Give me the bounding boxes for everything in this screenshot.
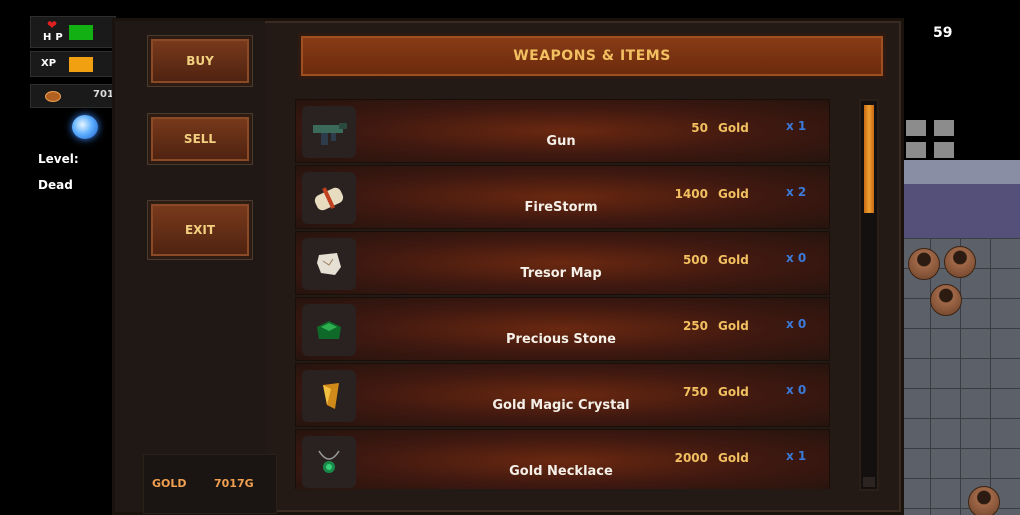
dungeon-view xyxy=(900,160,1020,515)
status-text: Dead xyxy=(38,178,73,192)
ui-block-decoration xyxy=(906,120,926,136)
item-list: Gun 50 Gold x 1 FireStorm 1400 Gold x 2 … xyxy=(295,99,830,489)
scrollbar-end xyxy=(863,477,875,487)
item-quantity: x 1 xyxy=(786,119,807,133)
item-price: 750 xyxy=(682,385,708,399)
dungeon-wall xyxy=(900,160,1020,238)
gem-icon xyxy=(302,304,356,356)
item-list-scrollbar[interactable] xyxy=(859,99,879,491)
scroll-icon xyxy=(302,172,356,224)
coin-icon xyxy=(45,91,61,102)
item-row[interactable]: Tresor Map 500 Gold x 0 xyxy=(295,231,830,295)
crystal-icon xyxy=(302,370,356,422)
item-name: Gun xyxy=(546,134,576,149)
pot-icon xyxy=(908,248,940,280)
item-currency: Gold xyxy=(718,319,749,333)
ui-block-decoration xyxy=(906,142,926,158)
hp-label: HP xyxy=(43,32,67,43)
hud-gold-panel: 701 xyxy=(30,84,116,108)
item-quantity: x 0 xyxy=(786,251,807,265)
shop-sidebar xyxy=(115,21,265,512)
item-name: FireStorm xyxy=(524,200,598,215)
item-quantity: x 2 xyxy=(786,185,807,199)
xp-label: XP xyxy=(41,58,57,69)
item-quantity: x 1 xyxy=(786,449,807,463)
ui-block-decoration xyxy=(934,142,954,158)
item-row[interactable]: Gun 50 Gold x 1 xyxy=(295,99,830,163)
item-quantity: x 0 xyxy=(786,317,807,331)
hp-bar xyxy=(69,25,93,40)
dungeon-wall-top xyxy=(900,160,1020,184)
shop-gold-value: 7017G xyxy=(214,477,254,490)
ui-block-decoration xyxy=(934,120,954,136)
hp-panel: ❤ HP xyxy=(30,16,116,48)
item-row[interactable]: Precious Stone 250 Gold x 0 xyxy=(295,297,830,361)
shop-window: BUY SELL EXIT GOLD 7017G WEAPONS & ITEMS… xyxy=(112,18,904,515)
item-row[interactable]: Gold Necklace 2000 Gold x 1 xyxy=(295,429,830,489)
item-currency: Gold xyxy=(718,451,749,465)
scrollbar-thumb[interactable] xyxy=(864,105,874,213)
shop-title: WEAPONS & ITEMS xyxy=(298,33,886,79)
gun-icon xyxy=(302,106,356,158)
xp-panel: XP xyxy=(30,51,116,77)
buy-button[interactable]: BUY xyxy=(148,36,252,86)
shop-gold-panel: GOLD 7017G xyxy=(143,454,277,514)
hud-gold-value: 701 xyxy=(93,89,114,100)
map-icon xyxy=(302,238,356,290)
fps-counter: 59 xyxy=(933,25,953,41)
pot-icon xyxy=(930,284,962,316)
blue-crystal-icon xyxy=(72,115,98,139)
item-name: Gold Magic Crystal xyxy=(492,398,630,413)
item-quantity: x 0 xyxy=(786,383,807,397)
item-currency: Gold xyxy=(718,253,749,267)
necklace-icon xyxy=(302,436,356,488)
item-currency: Gold xyxy=(718,187,749,201)
xp-bar xyxy=(69,57,93,72)
shop-gold-label: GOLD xyxy=(152,477,187,490)
level-label: Level: xyxy=(38,152,79,166)
heart-icon: ❤ xyxy=(47,18,58,32)
item-price: 250 xyxy=(682,319,708,333)
item-name: Precious Stone xyxy=(506,332,616,347)
item-price: 1400 xyxy=(674,187,708,201)
item-name: Tresor Map xyxy=(520,266,602,281)
sell-button[interactable]: SELL xyxy=(148,114,252,164)
dungeon-floor xyxy=(900,238,1020,515)
exit-button[interactable]: EXIT xyxy=(148,201,252,259)
item-name: Gold Necklace xyxy=(509,464,613,479)
pot-icon xyxy=(944,246,976,278)
item-row[interactable]: Gold Magic Crystal 750 Gold x 0 xyxy=(295,363,830,427)
item-price: 50 xyxy=(691,121,708,135)
pot-icon xyxy=(968,486,1000,515)
item-price: 2000 xyxy=(674,451,708,465)
item-currency: Gold xyxy=(718,121,749,135)
item-currency: Gold xyxy=(718,385,749,399)
item-row[interactable]: FireStorm 1400 Gold x 2 xyxy=(295,165,830,229)
item-price: 500 xyxy=(682,253,708,267)
